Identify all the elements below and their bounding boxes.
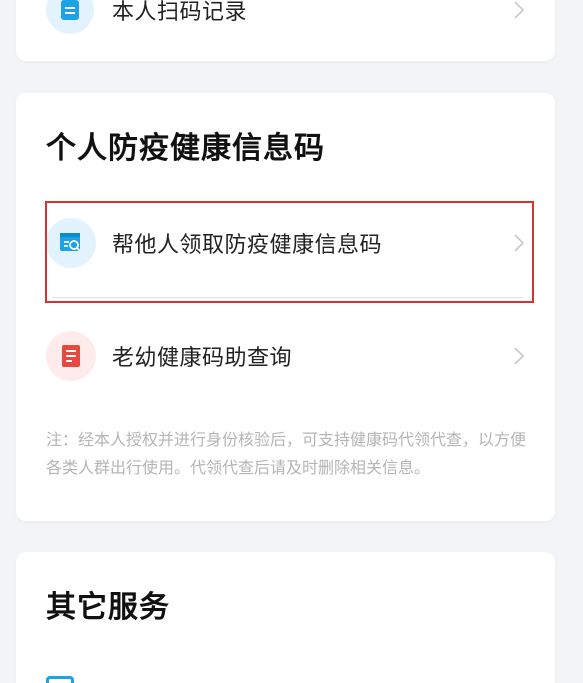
section-title-health: 个人防疫健康信息码 xyxy=(46,131,325,166)
section-title-other: 其它服务 xyxy=(46,590,170,625)
scan-record-label: 本人扫码记录 xyxy=(112,0,248,25)
elder-child-query-label: 老幼健康码助查询 xyxy=(112,346,293,371)
chevron-right-icon xyxy=(514,347,525,365)
service-icon xyxy=(46,676,74,683)
scan-record-card: 本人扫码记录 xyxy=(16,0,555,61)
help-others-label: 帮他人领取防疫健康信息码 xyxy=(112,233,383,258)
page: 本人扫码记录 个人防疫健康信息码 帮他人领取防疫健康信息码 老幼健康码助查询 注… xyxy=(0,0,583,683)
elder-child-query-row[interactable]: 老幼健康码助查询 xyxy=(16,321,555,391)
elder-child-doc-icon xyxy=(46,331,96,381)
chevron-right-icon xyxy=(514,1,525,19)
chevron-right-icon xyxy=(514,234,525,252)
scan-record-icon xyxy=(46,0,94,34)
divider xyxy=(52,297,524,298)
health-code-card: 个人防疫健康信息码 帮他人领取防疫健康信息码 老幼健康码助查询 注：经本人授权并… xyxy=(16,93,555,521)
other-services-card: 其它服务 xyxy=(16,552,555,683)
authorization-note: 注：经本人授权并进行身份核验后，可支持健康码代领代查，以方便各类人群出行使用。代… xyxy=(46,430,527,477)
help-others-row[interactable]: 帮他人领取防疫健康信息码 xyxy=(16,208,555,278)
qr-search-icon xyxy=(46,218,96,268)
scan-record-row[interactable]: 本人扫码记录 xyxy=(16,0,555,45)
